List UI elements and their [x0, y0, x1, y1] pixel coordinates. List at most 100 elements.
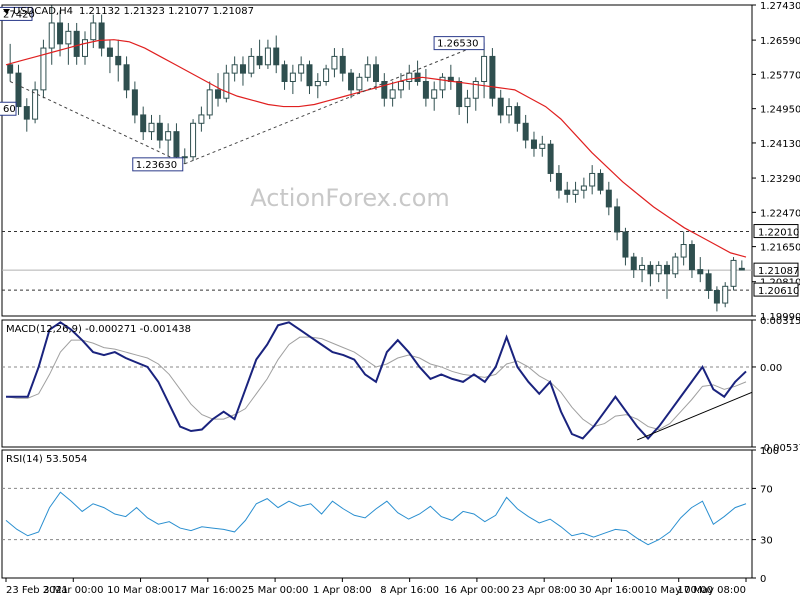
x-tick-label: 25 Mar 00:00	[242, 585, 309, 596]
price-tick-label: 1.26590	[760, 36, 800, 47]
candle-body	[256, 55, 263, 66]
candle-body	[148, 122, 155, 133]
annotation-label: 1.23630	[136, 160, 177, 171]
candle-body	[439, 76, 446, 91]
candle-body	[664, 264, 671, 275]
x-tick-label: 17 May 08:00	[677, 585, 746, 596]
candle-body	[239, 64, 246, 74]
candle-body	[356, 76, 363, 91]
rsi-tick-label: 70	[760, 484, 773, 495]
candle-body	[614, 206, 621, 233]
candle-body	[688, 244, 695, 271]
candle-body	[106, 47, 113, 57]
candle-body	[481, 55, 488, 82]
candle-body	[23, 106, 30, 120]
candle-body	[339, 55, 346, 74]
candle-body	[389, 89, 396, 99]
chart-root: ActionForex.com 1.27430 1.26590 1.25770 1.24…	[0, 0, 800, 600]
candle-body	[381, 80, 388, 99]
candle-body	[306, 64, 313, 87]
candle-body	[48, 22, 55, 49]
candle-body	[248, 55, 255, 74]
candle-body	[65, 30, 72, 45]
candle-body	[580, 185, 587, 191]
candle-body	[57, 22, 64, 45]
candle-body	[140, 114, 147, 133]
candle-body	[713, 290, 720, 304]
x-tick-label: 1 Apr 08:00	[313, 585, 372, 596]
x-tick-label: 10 Mar 08:00	[107, 585, 174, 596]
candle-body	[131, 89, 138, 116]
price-tick-label: 1.24130	[760, 139, 800, 150]
candle-body	[597, 172, 604, 191]
candle-body	[231, 64, 238, 74]
candle-body	[530, 139, 537, 149]
candle-body	[572, 189, 579, 195]
candle-body	[90, 22, 97, 41]
price-tick-label: 1.27430	[760, 1, 800, 12]
x-tick-label: 30 Apr 16:00	[579, 585, 644, 596]
candle-body	[497, 97, 504, 116]
candle-body	[539, 143, 546, 149]
candle-body	[456, 80, 463, 108]
candle-body	[156, 122, 163, 141]
candle-body	[289, 72, 296, 82]
candle-body	[215, 89, 222, 99]
x-tick-label: 23 Apr 08:00	[512, 585, 577, 596]
macd-tick-label: 0.00	[760, 363, 782, 374]
candle-body	[123, 64, 130, 91]
candle-body	[547, 143, 554, 174]
candle-body	[672, 256, 679, 275]
x-tick-label: 16 Apr 00:00	[444, 585, 509, 596]
candle-body	[314, 80, 321, 87]
price-tick-label: 1.25770	[760, 70, 800, 81]
x-tick-label: 17 Mar 16:00	[174, 585, 241, 596]
current-price-label: 1.21087	[758, 266, 799, 277]
candle-body	[298, 64, 305, 74]
price-tick-label: 1.21650	[760, 243, 800, 254]
hline-label: 1.20610	[758, 286, 799, 297]
candle-body	[7, 64, 14, 74]
candle-body	[198, 114, 205, 124]
candle-body	[323, 68, 330, 82]
candle-body	[273, 47, 280, 66]
price-tick-label: 1.24950	[760, 105, 800, 116]
rsi-tick-label: 0	[760, 574, 766, 585]
annotation-label: 60	[3, 104, 16, 115]
candle-body	[605, 189, 612, 208]
watermark-text: ActionForex.com	[250, 184, 450, 212]
x-tick-label: 8 Apr 16:00	[380, 585, 439, 596]
candle-body	[555, 172, 562, 191]
candle-body	[406, 72, 413, 82]
rsi-tick-label: 100	[760, 446, 779, 457]
candle-body	[730, 259, 737, 287]
candle-body	[73, 30, 80, 57]
hline-label: 1.22010	[758, 228, 799, 239]
candle-body	[622, 231, 629, 258]
ohlc-header: 1.21132 1.21323 1.21077 1.21087	[79, 6, 254, 17]
candle-body	[15, 72, 22, 108]
candle-body	[655, 264, 662, 275]
macd-tick-label: 0.003153	[760, 316, 800, 327]
candle-body	[630, 256, 637, 271]
candle-body	[639, 264, 646, 271]
candle-body	[190, 122, 197, 158]
candle-body	[514, 106, 521, 124]
candle-body	[422, 80, 429, 99]
x-tick-label: 3 Mar 00:00	[43, 585, 103, 596]
chart-svg: ActionForex.com 1.27430 1.26590 1.25770 1.24…	[0, 1, 800, 596]
candle-body	[722, 285, 729, 304]
candle-body	[165, 131, 172, 141]
candle-body	[364, 64, 371, 78]
candle-body	[589, 172, 596, 187]
candle-body	[738, 267, 745, 271]
candle-body	[680, 244, 687, 258]
rsi-label: RSI(14) 53.5054	[6, 454, 87, 465]
candle-body	[173, 131, 180, 158]
symbol-header: USDCAD,H4	[13, 6, 73, 17]
candle-body	[373, 64, 379, 82]
candle-body	[397, 80, 404, 91]
candle-body	[264, 47, 271, 66]
candle-body	[564, 189, 571, 195]
candle-body	[705, 273, 712, 292]
